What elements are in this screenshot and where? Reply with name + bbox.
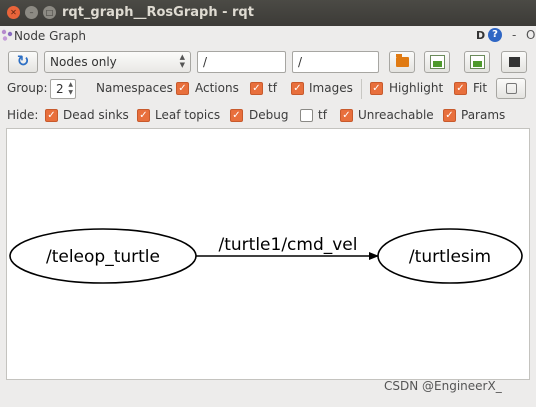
topic-filter-input[interactable] [292,51,379,73]
save-image-button[interactable] [464,51,490,73]
unreachable-checkbox[interactable]: ✓ [340,109,353,122]
options-divider [361,79,362,99]
window-title: rqt_graph__RosGraph - rqt [62,5,254,20]
hide-label: Hide: [7,108,39,122]
save-dot-icon [430,55,445,69]
dead-sinks-checkbox[interactable]: ✓ [45,109,58,122]
save-dot-button[interactable] [424,51,450,73]
stop-icon [509,57,520,67]
graph-canvas[interactable]: /teleop_turtle /turtle1/cmd_vel /turtles… [6,128,530,380]
leaf-topics-checkbox[interactable]: ✓ [137,109,150,122]
graph-node-turtlesim[interactable]: /turtlesim [377,228,523,284]
fit-checkbox[interactable]: ✓ [454,82,467,95]
images-checkbox[interactable]: ✓ [291,82,304,95]
window-titlebar: ✕ – □ rqt_graph__RosGraph - rqt [0,0,536,26]
save-image-icon [470,55,485,69]
graph-node-teleop[interactable]: /teleop_turtle [9,228,197,284]
load-dot-button[interactable] [389,51,415,73]
plugin-minimize-button[interactable]: - [512,28,516,42]
plugin-node-graph-icon [1,29,13,41]
combo-arrows-icon: ▲ ▼ [179,53,185,69]
tf-checkbox[interactable]: ✓ [250,82,263,95]
graph-node-label: /turtlesim [409,247,491,267]
graph-edge-label: /turtle1/cmd_vel [219,235,358,255]
graph-svg: /teleop_turtle /turtle1/cmd_vel /turtles… [9,228,523,284]
hide-tf-label: tf [318,108,327,122]
fit-label: Fit [473,81,488,95]
tf-label: tf [268,81,277,95]
graph-mode-value: Nodes only [50,55,117,69]
actions-checkbox[interactable]: ✓ [176,82,189,95]
group-value: 2 [56,82,64,96]
group-label: Group: [7,81,48,95]
screenshot-button[interactable] [501,51,527,73]
group-spinbox[interactable]: 2 ▲ ▼ [50,79,76,99]
refresh-icon: ↻ [16,52,30,70]
fit-in-view-button[interactable] [496,78,526,99]
plugin-close-button[interactable]: O [526,28,535,42]
window-minimize-button[interactable]: – [25,6,38,19]
namespace-filter-input[interactable] [197,51,286,73]
params-label: Params [461,108,506,122]
help-icon[interactable]: ? [488,28,502,42]
namespaces-label: Namespaces [96,81,173,95]
options-row: Group: 2 ▲ ▼ Namespaces ✓ Actions ✓ tf ✓ … [0,77,536,99]
hide-row: Hide: ✓ Dead sinks ✓ Leaf topics ✓ Debug… [0,104,536,126]
window-close-button[interactable]: ✕ [7,6,20,19]
fit-icon [506,83,517,94]
dead-sinks-label: Dead sinks [63,108,129,122]
unreachable-label: Unreachable [358,108,434,122]
watermark-text: CSDN @EngineerX_ [384,379,502,393]
graph-edge-cmd-vel[interactable]: /turtle1/cmd_vel [196,235,379,260]
folder-open-icon [396,54,409,67]
plugin-title: Node Graph [14,29,86,43]
plugin-d-button[interactable]: D [476,29,485,42]
graph-node-label: /teleop_turtle [46,247,160,267]
highlight-checkbox[interactable]: ✓ [370,82,383,95]
plugin-header: Node Graph D ? - O [0,26,536,46]
highlight-label: Highlight [389,81,444,95]
refresh-button[interactable]: ↻ [8,51,38,73]
images-label: Images [309,81,353,95]
leaf-topics-label: Leaf topics [155,108,221,122]
graph-mode-combobox[interactable]: Nodes only ▲ ▼ [44,51,191,73]
spin-arrows-icon: ▲ ▼ [68,81,73,96]
window-maximize-button[interactable]: □ [43,6,56,19]
debug-label: Debug [249,108,289,122]
hide-tf-checkbox[interactable]: ✓ [300,109,313,122]
debug-checkbox[interactable]: ✓ [230,109,243,122]
params-checkbox[interactable]: ✓ [443,109,456,122]
actions-label: Actions [195,81,239,95]
